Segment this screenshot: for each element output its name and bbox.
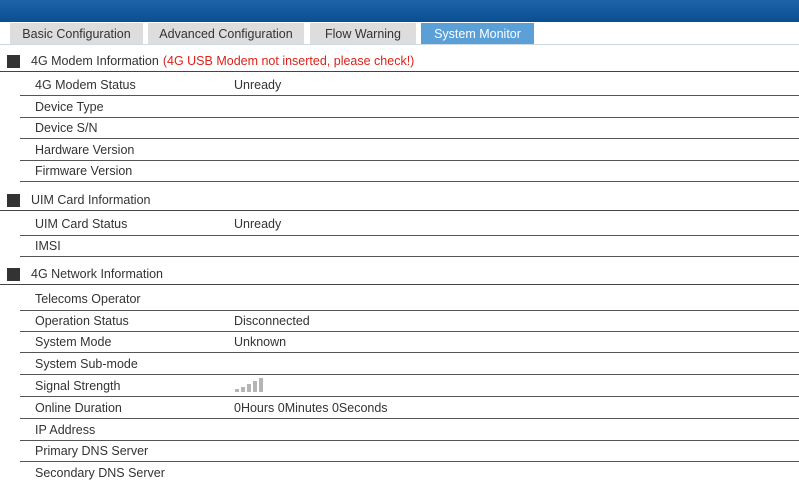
row-divider [20,352,799,353]
row-label: IMSI [35,239,61,253]
row-imsi: IMSI [0,237,799,258]
row-firmware-version: Firmware Version [0,162,799,183]
row-value: Unready [234,78,282,92]
row-divider [20,396,799,397]
row-device-sn: Device S/N [0,119,799,140]
tab-basic-configuration[interactable]: Basic Configuration [10,23,143,44]
row-label: Secondary DNS Server [35,466,165,480]
row-divider [20,418,799,419]
section-header-modem: 4G Modem Information (4G USB Modem not in… [0,51,799,72]
row-divider [20,310,799,311]
tab-bar: Basic Configuration Advanced Configurati… [0,23,799,44]
section-title: UIM Card Information [31,193,151,207]
section-title: 4G Modem Information (4G USB Modem not in… [31,54,414,68]
section-header-network: 4G Network Information [0,264,799,285]
top-header-bar [0,0,799,22]
signal-bar [235,389,239,392]
row-label: Hardware Version [35,143,135,157]
row-telecoms-operator: Telecoms Operator [0,290,799,311]
row-label: Operation Status [35,314,129,328]
row-value: Unknown [234,335,287,349]
row-divider [20,331,799,332]
row-label: Device Type [35,100,104,114]
row-divider [20,440,799,441]
row-divider [20,138,799,139]
row-label: 4G Modem Status [35,78,136,92]
row-operation-status: Operation Status Disconnected [0,312,799,333]
section-marker-icon [7,268,20,281]
signal-bar [247,384,251,392]
row-signal-strength: Signal Strength [0,377,799,398]
row-divider [20,181,799,182]
tab-system-monitor[interactable]: System Monitor [421,23,534,44]
tab-advanced-configuration[interactable]: Advanced Configuration [148,23,304,44]
row-label: UIM Card Status [35,217,128,231]
row-label: Telecoms Operator [35,292,141,306]
row-value: 0Hours 0Minutes 0Seconds [234,401,388,415]
row-hardware-version: Hardware Version [0,141,799,162]
row-label: System Mode [35,335,112,349]
row-online-duration: Online Duration 0Hours 0Minutes 0Seconds [0,399,799,420]
section-title: 4G Network Information [31,267,163,281]
row-label: IP Address [35,423,96,437]
row-device-type: Device Type [0,98,799,119]
row-divider [20,95,799,96]
row-divider [20,461,799,462]
section-divider [0,71,799,72]
row-label: Firmware Version [35,164,133,178]
section-divider [0,210,799,211]
row-label: Online Duration [35,401,122,415]
signal-bar [259,378,263,392]
section-header-uim: UIM Card Information [0,190,799,211]
row-divider [20,374,799,375]
row-4g-modem-status: 4G Modem Status Unready [0,76,799,97]
row-system-sub-mode: System Sub-mode [0,355,799,376]
row-label: System Sub-mode [35,357,138,371]
row-value: Unready [234,217,282,231]
section-marker-icon [7,55,20,68]
row-ip-address: IP Address [0,421,799,442]
section-divider [0,284,799,285]
signal-bar [253,381,257,392]
row-label: Signal Strength [35,379,121,393]
row-primary-dns-server: Primary DNS Server [0,442,799,463]
row-divider [20,117,799,118]
tab-divider [0,44,799,45]
signal-bar [241,387,245,392]
row-divider [20,235,799,236]
row-system-mode: System Mode Unknown [0,333,799,354]
row-divider [20,256,799,257]
section-title-text: 4G Modem Information [31,54,159,68]
row-divider [20,160,799,161]
signal-strength-icon [235,378,265,392]
row-value: Disconnected [234,314,310,328]
row-label: Primary DNS Server [35,444,149,458]
modem-warning-text: (4G USB Modem not inserted, please check… [162,54,415,68]
row-label: Device S/N [35,121,98,135]
tab-flow-warning[interactable]: Flow Warning [310,23,416,44]
row-uim-card-status: UIM Card Status Unready [0,215,799,236]
section-marker-icon [7,194,20,207]
